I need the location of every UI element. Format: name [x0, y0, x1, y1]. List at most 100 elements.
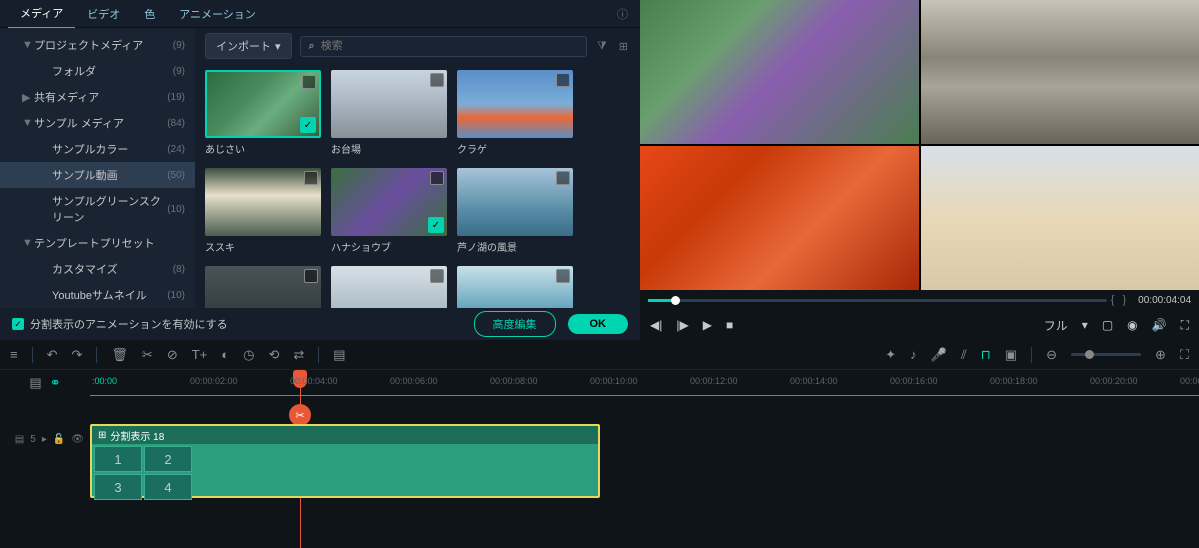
- marker-icon[interactable]: ▣: [1005, 347, 1017, 363]
- text-icon[interactable]: T+: [192, 347, 208, 362]
- redo-icon[interactable]: ↷: [72, 347, 83, 363]
- media-thumb-3[interactable]: ススキ: [205, 168, 321, 254]
- settings-icon[interactable]: ⇄: [293, 347, 304, 363]
- thumb-label: クラゲ: [457, 141, 573, 156]
- chevron-icon: ▼: [22, 39, 32, 51]
- prev-frame-icon[interactable]: ◀|: [650, 318, 662, 332]
- sidebar-item-3[interactable]: ▼サンプル メディア(84): [0, 110, 195, 136]
- link-icon[interactable]: ⊘: [167, 347, 178, 363]
- volume-icon[interactable]: 🔊: [1152, 318, 1167, 332]
- quality-label[interactable]: フル: [1044, 317, 1068, 334]
- media-thumb-5[interactable]: 芦ノ湖の風景: [457, 168, 573, 254]
- media-thumb-4[interactable]: ✓ハナショウブ: [331, 168, 447, 254]
- sidebar-item-label: サンプル メディア: [34, 115, 167, 131]
- sidebar-item-1[interactable]: フォルダ(9): [0, 58, 195, 84]
- scissors-icon[interactable]: ✂: [289, 404, 311, 426]
- crop-icon[interactable]: ⟲: [268, 347, 279, 363]
- search-input[interactable]: [321, 40, 578, 52]
- media-type-icon: [556, 269, 570, 283]
- media-thumbnails: ✓あじさいお台場クラゲススキ✓ハナショウブ芦ノ湖の風景 ⬇: [195, 64, 640, 308]
- tab-color[interactable]: 色: [132, 0, 167, 28]
- magnet-icon[interactable]: ⊓: [981, 347, 991, 363]
- sidebar-item-2[interactable]: ▶共有メディア(19): [0, 84, 195, 110]
- marker-toggle-icon[interactable]: ✦: [885, 347, 896, 363]
- visibility-icon[interactable]: 👁: [71, 434, 84, 445]
- media-thumb-8[interactable]: ⬇: [457, 266, 573, 308]
- ruler-tick: 00:00:18:00: [990, 376, 1038, 386]
- color-icon[interactable]: ◐: [221, 347, 229, 362]
- help-icon[interactable]: ⓘ: [613, 2, 632, 26]
- thumb-image: [331, 70, 447, 138]
- chevron-right-icon[interactable]: ▸: [42, 434, 47, 445]
- mark-out-icon[interactable]: }: [1118, 294, 1130, 306]
- chevron-icon: ▼: [22, 117, 32, 129]
- sidebar-item-8[interactable]: カスタマイズ(8): [0, 256, 195, 282]
- checkbox-label: 分割表示のアニメーションを有効にする: [30, 316, 228, 332]
- timeline-ruler[interactable]: :00:0000:00:02:0000:00:04:0000:00:06:000…: [90, 370, 1199, 396]
- media-thumb-1[interactable]: お台場: [331, 70, 447, 156]
- ok-button[interactable]: OK: [568, 314, 629, 334]
- sidebar-item-4[interactable]: サンプルカラー(24): [0, 136, 195, 162]
- media-sidebar: ▼プロジェクトメディア(9)フォルダ(9)▶共有メディア(19)▼サンプル メデ…: [0, 28, 195, 308]
- media-thumb-6[interactable]: [205, 266, 321, 308]
- preview-scrubber[interactable]: [648, 299, 1107, 302]
- mic-icon[interactable]: 🎤: [931, 347, 947, 363]
- animation-checkbox-row[interactable]: ✓ 分割表示のアニメーションを有効にする: [12, 316, 228, 332]
- track-icon[interactable]: ▤: [333, 347, 345, 363]
- snapshot-icon[interactable]: ◉: [1127, 318, 1137, 332]
- ruler-tick: 00:00:12:00: [690, 376, 738, 386]
- mixer-icon[interactable]: ⫽: [961, 347, 967, 363]
- media-thumb-0[interactable]: ✓あじさい: [205, 70, 321, 156]
- advanced-edit-button[interactable]: 高度編集: [474, 311, 556, 337]
- sidebar-item-6[interactable]: サンプルグリーンスクリーン(10): [0, 188, 195, 230]
- clip-cell-1[interactable]: 1: [94, 446, 142, 472]
- undo-icon[interactable]: ↶: [47, 347, 58, 363]
- link-toggle-icon[interactable]: ⚭: [50, 375, 61, 391]
- grid-view-icon[interactable]: ⊞: [617, 38, 630, 55]
- zoom-slider[interactable]: [1071, 353, 1141, 356]
- media-thumb-7[interactable]: [331, 266, 447, 308]
- mark-in-icon[interactable]: {: [1107, 294, 1119, 306]
- zoom-in-icon[interactable]: ⊕: [1155, 347, 1166, 363]
- sidebar-item-9[interactable]: Youtubeサムネイル(10): [0, 282, 195, 308]
- menu-icon[interactable]: ≡: [10, 347, 18, 362]
- zoom-out-icon[interactable]: ⊖: [1046, 347, 1057, 363]
- sidebar-item-label: サンプル動画: [52, 167, 167, 183]
- sidebar-item-label: フォルダ: [52, 63, 173, 79]
- fullscreen-icon[interactable]: ⛶: [1181, 318, 1189, 333]
- import-button[interactable]: インポート ▾: [205, 33, 292, 59]
- timeline-track-area[interactable]: ✂ ⊞ 分割表示 18 1 2 3 4: [90, 396, 1199, 530]
- zoom-fit-icon[interactable]: ⛶: [1180, 347, 1189, 363]
- next-frame-icon[interactable]: |▶: [676, 318, 688, 332]
- clip-cell-4[interactable]: 4: [144, 474, 192, 500]
- tab-animation[interactable]: アニメーション: [167, 0, 268, 28]
- clip-cell-2[interactable]: 2: [144, 446, 192, 472]
- media-thumb-2[interactable]: クラゲ: [457, 70, 573, 156]
- sidebar-item-0[interactable]: ▼プロジェクトメディア(9): [0, 32, 195, 58]
- media-type-icon: [430, 171, 444, 185]
- sidebar-item-5[interactable]: サンプル動画(50): [0, 162, 195, 188]
- delete-icon[interactable]: 🗑: [111, 347, 128, 363]
- preview-cell-4: [921, 146, 1199, 290]
- preview-cell-3: [640, 146, 919, 290]
- display-icon[interactable]: ▢: [1102, 318, 1113, 332]
- tab-media[interactable]: メディア: [8, 0, 75, 29]
- timeline-clip[interactable]: ⊞ 分割表示 18 1 2 3 4: [90, 424, 600, 498]
- sidebar-item-7[interactable]: ▼テンプレートプリセット: [0, 230, 195, 256]
- timeline-settings-icon[interactable]: ▤: [29, 375, 41, 391]
- cut-icon[interactable]: ✂: [142, 347, 153, 363]
- thumb-image: [457, 70, 573, 138]
- speed-icon[interactable]: ◷: [243, 347, 254, 363]
- chevron-down-icon[interactable]: ▾: [1082, 318, 1088, 332]
- sidebar-item-count: (10): [167, 290, 185, 301]
- play-icon[interactable]: ▶: [703, 318, 712, 332]
- search-box[interactable]: ⌕: [300, 36, 587, 57]
- main-tabs: メディア ビデオ 色 アニメーション ⓘ: [0, 0, 640, 28]
- stop-icon[interactable]: ■: [726, 318, 733, 332]
- lock-icon[interactable]: 🔓: [53, 434, 65, 445]
- tab-video[interactable]: ビデオ: [75, 0, 132, 28]
- filter-icon[interactable]: ⧩: [595, 38, 609, 55]
- preview-timecode: 00:00:04:04: [1138, 295, 1191, 306]
- audio-icon[interactable]: ♪: [910, 347, 917, 362]
- clip-cell-3[interactable]: 3: [94, 474, 142, 500]
